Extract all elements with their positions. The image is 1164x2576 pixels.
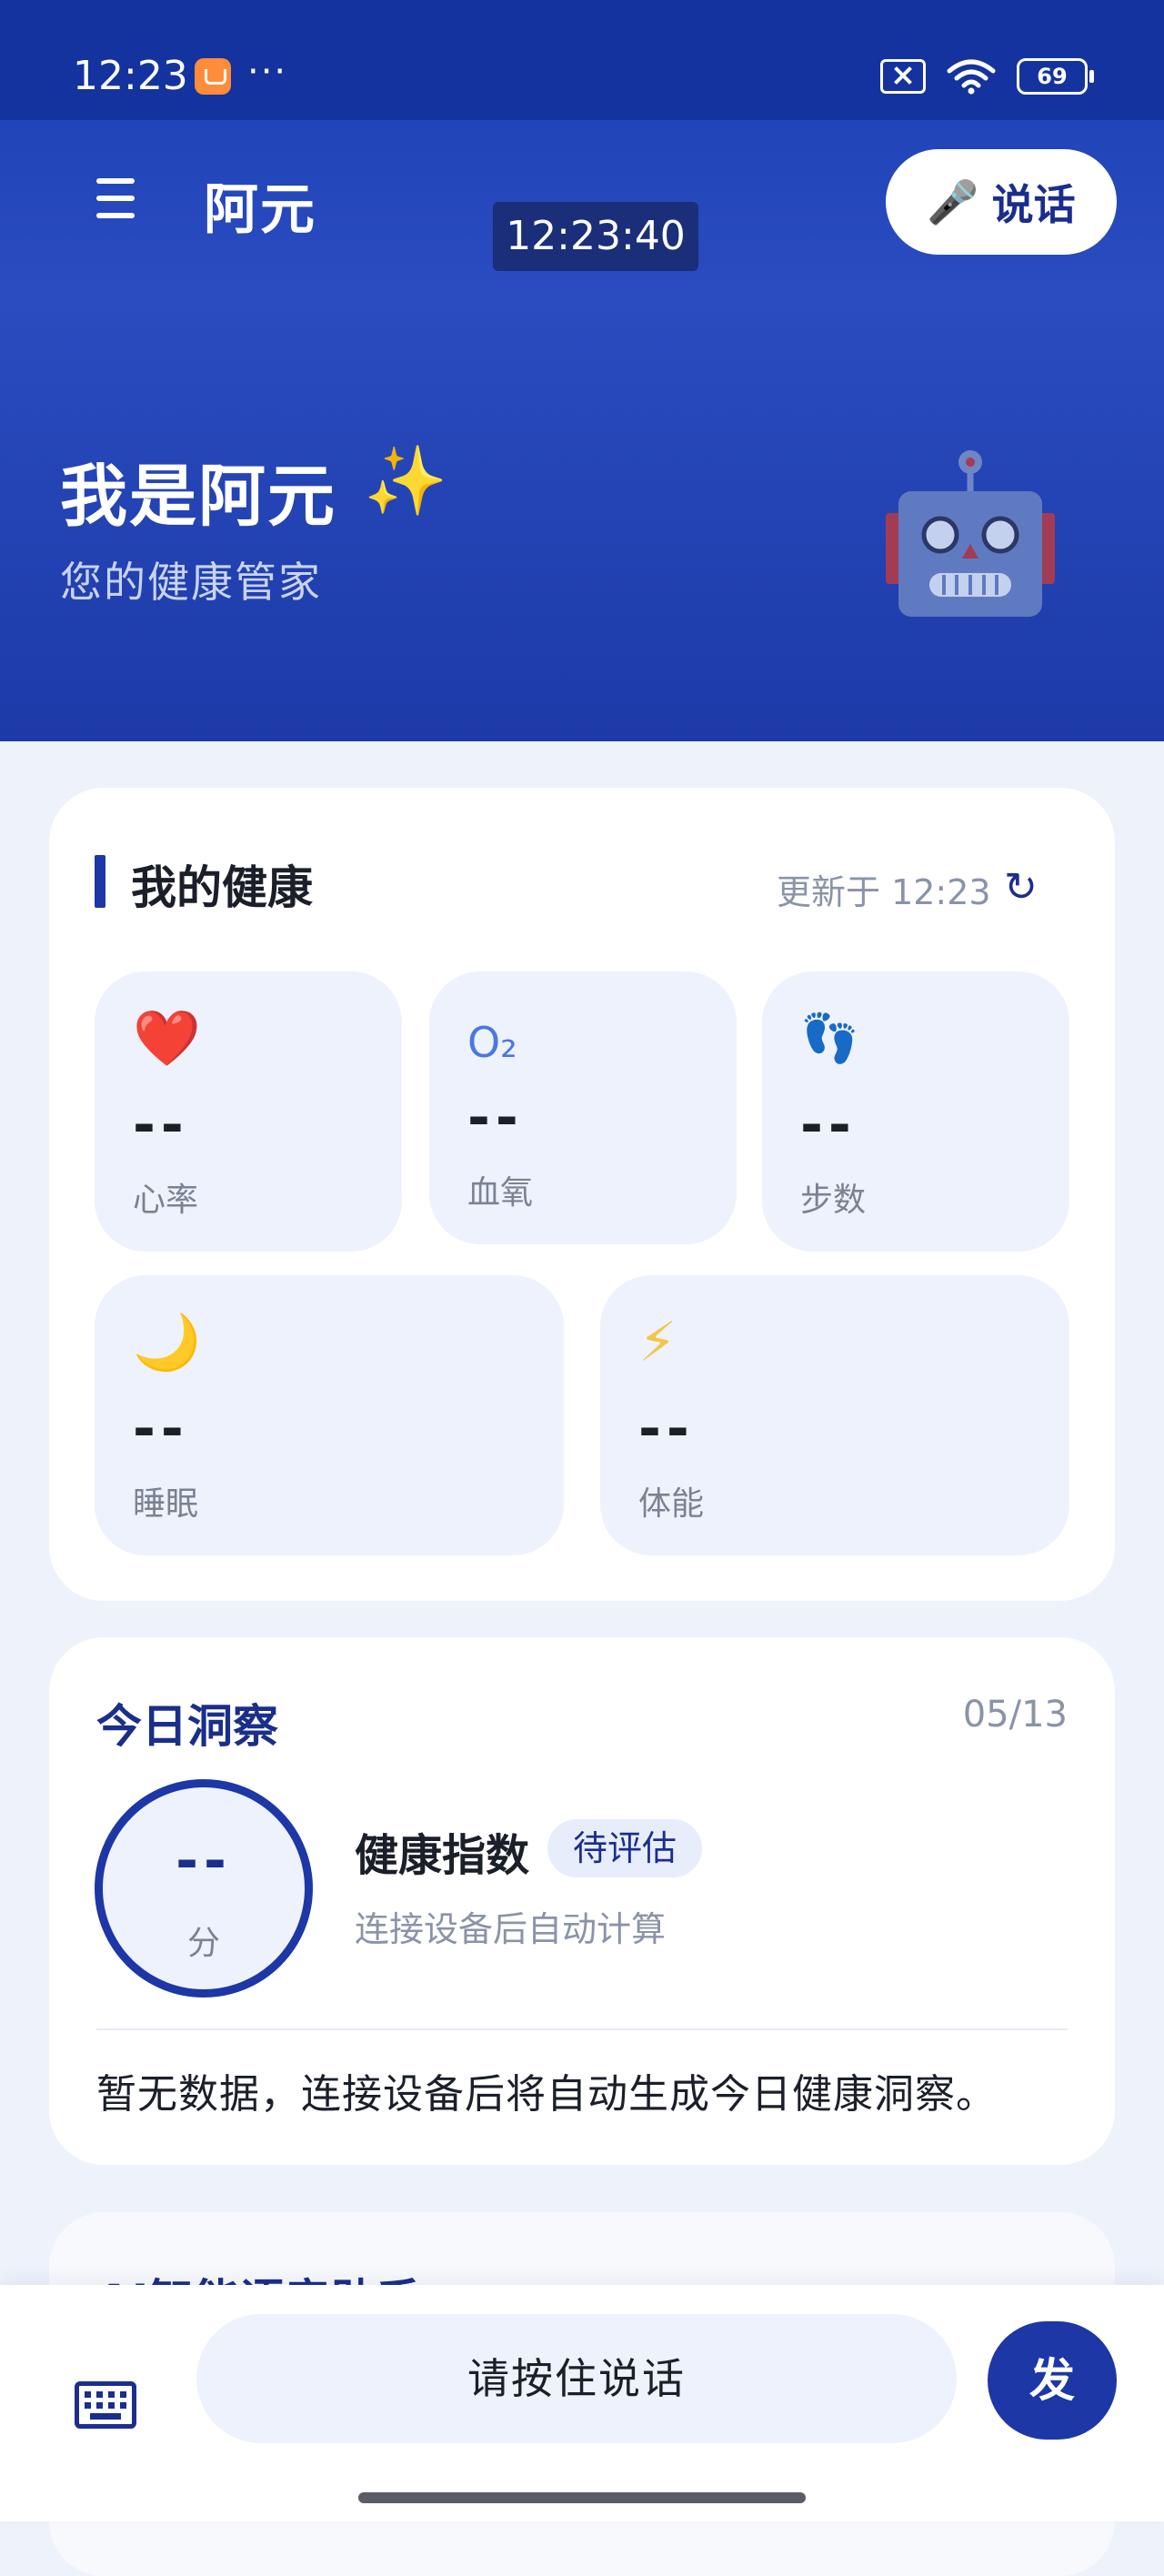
metric-label: 体能 (638, 1485, 705, 1523)
footprints-icon: 👣 (800, 1011, 859, 1066)
updated-time: 更新于 12:23 (777, 872, 991, 912)
oxygen-icon: O₂ (467, 1018, 517, 1067)
home-indicator[interactable] (358, 2492, 806, 2503)
more-notifications-icon: ··· (247, 51, 288, 93)
page-title: 阿元 (204, 178, 316, 242)
insight-title: 今日洞察 (96, 1700, 278, 1753)
section-accent (95, 855, 105, 908)
wifi-icon (947, 59, 996, 95)
hero-subtitle: 您的健康管家 (60, 558, 322, 607)
clock-display: 12:23:40 (493, 202, 698, 271)
metric-value: -- (133, 1093, 189, 1157)
health-card: 我的健康 更新于 12:23 ↻ ❤️ -- 心率 O₂ -- 血氧 👣 -- … (49, 788, 1115, 1601)
status-time: 12:23 (73, 53, 188, 99)
no-sim-icon (880, 59, 926, 94)
metric-sleep[interactable]: 🌙 -- 睡眠 (95, 1275, 564, 1555)
microphone-icon: 🎤 (927, 176, 979, 226)
health-section-title: 我的健康 (131, 861, 313, 914)
insight-card: 今日洞察 05/13 -- 分 健康指数 待评估 连接设备后自动计算 暂无数据，… (49, 1637, 1115, 2165)
metric-label: 血氧 (467, 1174, 534, 1212)
shopping-app-icon (195, 58, 231, 95)
metric-label: 步数 (800, 1182, 867, 1219)
metric-value: -- (467, 1086, 524, 1150)
metric-blood-oxygen[interactable]: O₂ -- 血氧 (429, 971, 737, 1244)
menu-icon[interactable] (96, 178, 135, 218)
metric-label: 睡眠 (133, 1485, 199, 1523)
refresh-icon[interactable]: ↻ (1004, 864, 1038, 911)
divider (96, 2028, 1068, 2030)
metric-value: -- (133, 1397, 189, 1461)
heart-icon: ❤️ (133, 1007, 201, 1071)
metric-steps[interactable]: 👣 -- 步数 (762, 971, 1069, 1252)
robot-avatar-icon (886, 450, 1055, 617)
health-score-unit: 分 (186, 1925, 220, 1962)
hero-title: 我是阿元 (60, 458, 336, 536)
status-badge: 待评估 (547, 1819, 703, 1877)
battery-icon: 69 (1017, 58, 1094, 95)
talk-button-label: 说话 (991, 180, 1076, 229)
send-button[interactable]: 发 (988, 2321, 1117, 2440)
input-bar: 请按住说话 发 (0, 2285, 1164, 2521)
sparkle-icon: ✨ (364, 442, 448, 520)
lightning-icon: ⚡ (638, 1311, 677, 1374)
health-score-ring: -- 分 (95, 1779, 313, 1997)
hold-to-talk-button[interactable]: 请按住说话 (196, 2314, 957, 2443)
moon-icon: 🌙 (133, 1311, 201, 1374)
health-score-value: -- (176, 1829, 232, 1893)
insight-date: 05/13 (962, 1694, 1068, 1736)
insight-message: 暂无数据，连接设备后将自动生成今日健康洞察。 (96, 2071, 997, 2118)
talk-button[interactable]: 🎤 说话 (886, 149, 1117, 255)
health-index-subtitle: 连接设备后自动计算 (355, 1909, 667, 1949)
metric-value: -- (800, 1093, 857, 1157)
health-index-title: 健康指数 (355, 1830, 530, 1881)
metric-value: -- (638, 1397, 695, 1461)
metric-heart-rate[interactable]: ❤️ -- 心率 (95, 971, 402, 1252)
status-bar: 12:23 ··· 69 (0, 0, 1164, 120)
metric-label: 心率 (133, 1182, 199, 1219)
metric-fitness[interactable]: ⚡ -- 体能 (600, 1275, 1069, 1555)
keyboard-icon[interactable] (75, 2381, 136, 2429)
